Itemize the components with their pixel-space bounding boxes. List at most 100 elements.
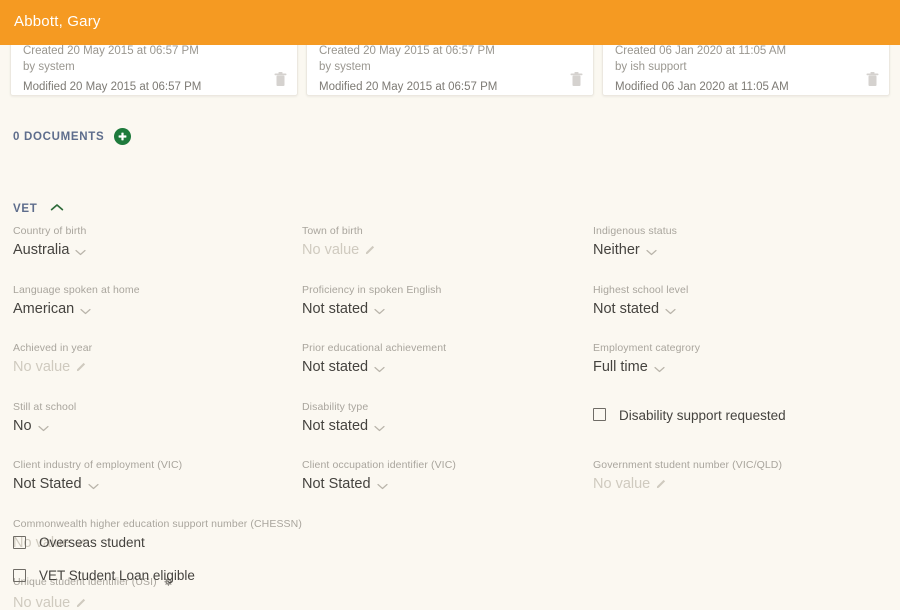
field-label: Prior educational achievement: [302, 342, 447, 354]
field-prior-educational-achievement: Prior educational achievement Not stated: [302, 341, 593, 384]
chevron-down-icon: [374, 417, 385, 439]
field-value-text: Not Stated: [302, 476, 371, 492]
field-value-text: Full time: [593, 359, 648, 375]
chevron-down-icon: [654, 358, 665, 380]
audit-card: Created 20 May 2015 at 06:57 PM by syste…: [306, 36, 594, 96]
chevron-down-icon: [665, 300, 676, 322]
checkbox-label: Disability support requested: [619, 407, 786, 423]
student-record-page: Created 20 May 2015 at 06:57 PM by syste…: [0, 0, 900, 610]
checkbox-box: [13, 569, 26, 582]
field-government-student-number: Government student number (VIC/QLD) No v…: [593, 458, 887, 501]
field-client-occupation-identifier: Client occupation identifier (VIC) Not S…: [302, 458, 593, 501]
documents-count-label: 0 DOCUMENTS: [13, 130, 105, 143]
field-label: Client industry of employment (VIC): [13, 459, 183, 471]
field-value-dropdown[interactable]: Neither: [593, 239, 657, 263]
checkbox-box: [593, 407, 606, 421]
field-value-text: No value: [13, 359, 71, 375]
field-value-dropdown[interactable]: Australia: [13, 239, 87, 263]
chevron-down-icon: [646, 241, 657, 263]
field-achieved-in-year: Achieved in year No value: [13, 341, 302, 384]
pencil-icon: [656, 474, 667, 496]
field-value-editable[interactable]: No value: [593, 473, 667, 496]
audit-cards-strip: Created 20 May 2015 at 06:57 PM by syste…: [0, 36, 900, 96]
card-modified-text: Modified 20 May 2015 at 06:57 PM: [23, 81, 202, 93]
chevron-down-icon: [374, 358, 385, 380]
field-value-text: Not Stated: [13, 476, 82, 492]
chevron-down-icon: [376, 475, 388, 497]
chevron-up-icon[interactable]: [50, 199, 64, 217]
checkbox-label: Overseas student: [39, 535, 145, 550]
checkbox-vet-student-loan-eligible[interactable]: VET Student Loan eligible: [13, 568, 195, 583]
documents-section-header: 0 DOCUMENTS: [13, 128, 132, 145]
card-author-text: by ish support: [615, 61, 687, 73]
field-value-editable[interactable]: No value: [302, 239, 376, 262]
field-value-dropdown[interactable]: Full time: [593, 356, 665, 380]
field-value-text: No: [13, 417, 32, 434]
checkbox-label: VET Student Loan eligible: [39, 568, 195, 583]
field-value-dropdown[interactable]: Not Stated: [13, 473, 99, 497]
field-proficiency-in-spoken-english: Proficiency in spoken English Not stated: [302, 283, 593, 326]
vet-section-header: VET: [13, 200, 64, 217]
field-label: Government student number (VIC/QLD): [593, 459, 783, 471]
card-created-text: Created 06 Jan 2020 at 11:05 AM: [615, 45, 787, 57]
field-disability-type: Disability type Not stated: [302, 400, 593, 443]
chevron-down-icon: [374, 300, 385, 322]
field-value-dropdown[interactable]: Not Stated: [302, 473, 388, 497]
field-label: Still at school: [13, 400, 77, 413]
field-value-text: No value: [302, 242, 360, 258]
checkbox-overseas-student[interactable]: Overseas student: [13, 535, 145, 550]
field-value-dropdown[interactable]: Not stated: [302, 356, 385, 380]
field-town-of-birth: Town of birth No value: [302, 224, 593, 267]
card-created-text: Created 20 May 2015 at 06:57 PM: [319, 45, 495, 57]
field-highest-school-level: Highest school level Not stated: [593, 283, 887, 326]
field-label: Country of birth: [13, 225, 87, 237]
field-label: Commonwealth higher education support nu…: [13, 517, 302, 530]
field-value-text: Neither: [593, 242, 640, 258]
pencil-icon: [365, 240, 376, 262]
field-language-spoken-at-home: Language spoken at home American: [13, 283, 302, 326]
card-modified-text: Modified 20 May 2015 at 06:57 PM: [319, 81, 498, 93]
card-modified-text: Modified 06 Jan 2020 at 11:05 AM: [615, 81, 789, 93]
field-label: Highest school level: [593, 283, 689, 296]
checkbox-disability-support-requested[interactable]: Disability support requested: [593, 400, 786, 443]
field-value-dropdown[interactable]: Not stated: [302, 415, 385, 439]
card-created-text: Created 20 May 2015 at 06:57 PM: [23, 45, 199, 57]
field-label: Proficiency in spoken English: [302, 283, 442, 296]
section-title-vet: VET: [13, 202, 38, 215]
field-value-dropdown[interactable]: Not stated: [593, 298, 676, 322]
pencil-icon: [76, 357, 87, 379]
field-value-text: Not stated: [593, 300, 660, 317]
field-indigenous-status: Indigenous status Neither: [593, 224, 887, 267]
page-header: Abbott, Gary: [0, 0, 900, 45]
field-value-text: No value: [593, 476, 651, 492]
field-label: Disability type: [302, 400, 369, 413]
field-value-dropdown[interactable]: Not stated: [302, 298, 385, 322]
field-value-editable[interactable]: No value: [13, 356, 87, 379]
form-column-2: Town of birth No value Proficiency in sp…: [302, 224, 593, 610]
field-value-dropdown[interactable]: No: [13, 415, 49, 439]
chevron-down-icon: [80, 300, 91, 322]
form-column-3: Indigenous status Neither Highest school…: [593, 224, 887, 610]
field-value-text: Not stated: [302, 359, 369, 375]
audit-card: Created 06 Jan 2020 at 11:05 AM by ish s…: [602, 36, 890, 96]
trash-icon[interactable]: [570, 72, 583, 87]
field-value-text: American: [13, 300, 75, 317]
bottom-checkbox-group: Overseas student VET Student Loan eligib…: [13, 535, 195, 601]
field-employment-category: Employment categrory Full time: [593, 341, 887, 384]
checkbox-box: [13, 536, 26, 549]
chevron-down-icon: [37, 417, 49, 439]
field-value-text: Not stated: [302, 300, 369, 317]
chevron-down-icon: [87, 475, 99, 497]
chevron-down-icon: [75, 241, 87, 263]
field-value-text: Australia: [13, 242, 70, 258]
card-author-text: by system: [23, 61, 75, 73]
audit-card: Created 20 May 2015 at 06:57 PM by syste…: [10, 36, 298, 96]
field-still-at-school: Still at school No: [13, 400, 302, 443]
field-client-industry-of-employment: Client industry of employment (VIC) Not …: [13, 458, 302, 501]
field-value-dropdown[interactable]: American: [13, 298, 91, 322]
field-country-of-birth: Country of birth Australia: [13, 224, 302, 267]
add-document-button[interactable]: [114, 128, 132, 145]
trash-icon[interactable]: [274, 72, 287, 87]
trash-icon[interactable]: [866, 72, 879, 87]
field-label: Town of birth: [302, 225, 363, 237]
